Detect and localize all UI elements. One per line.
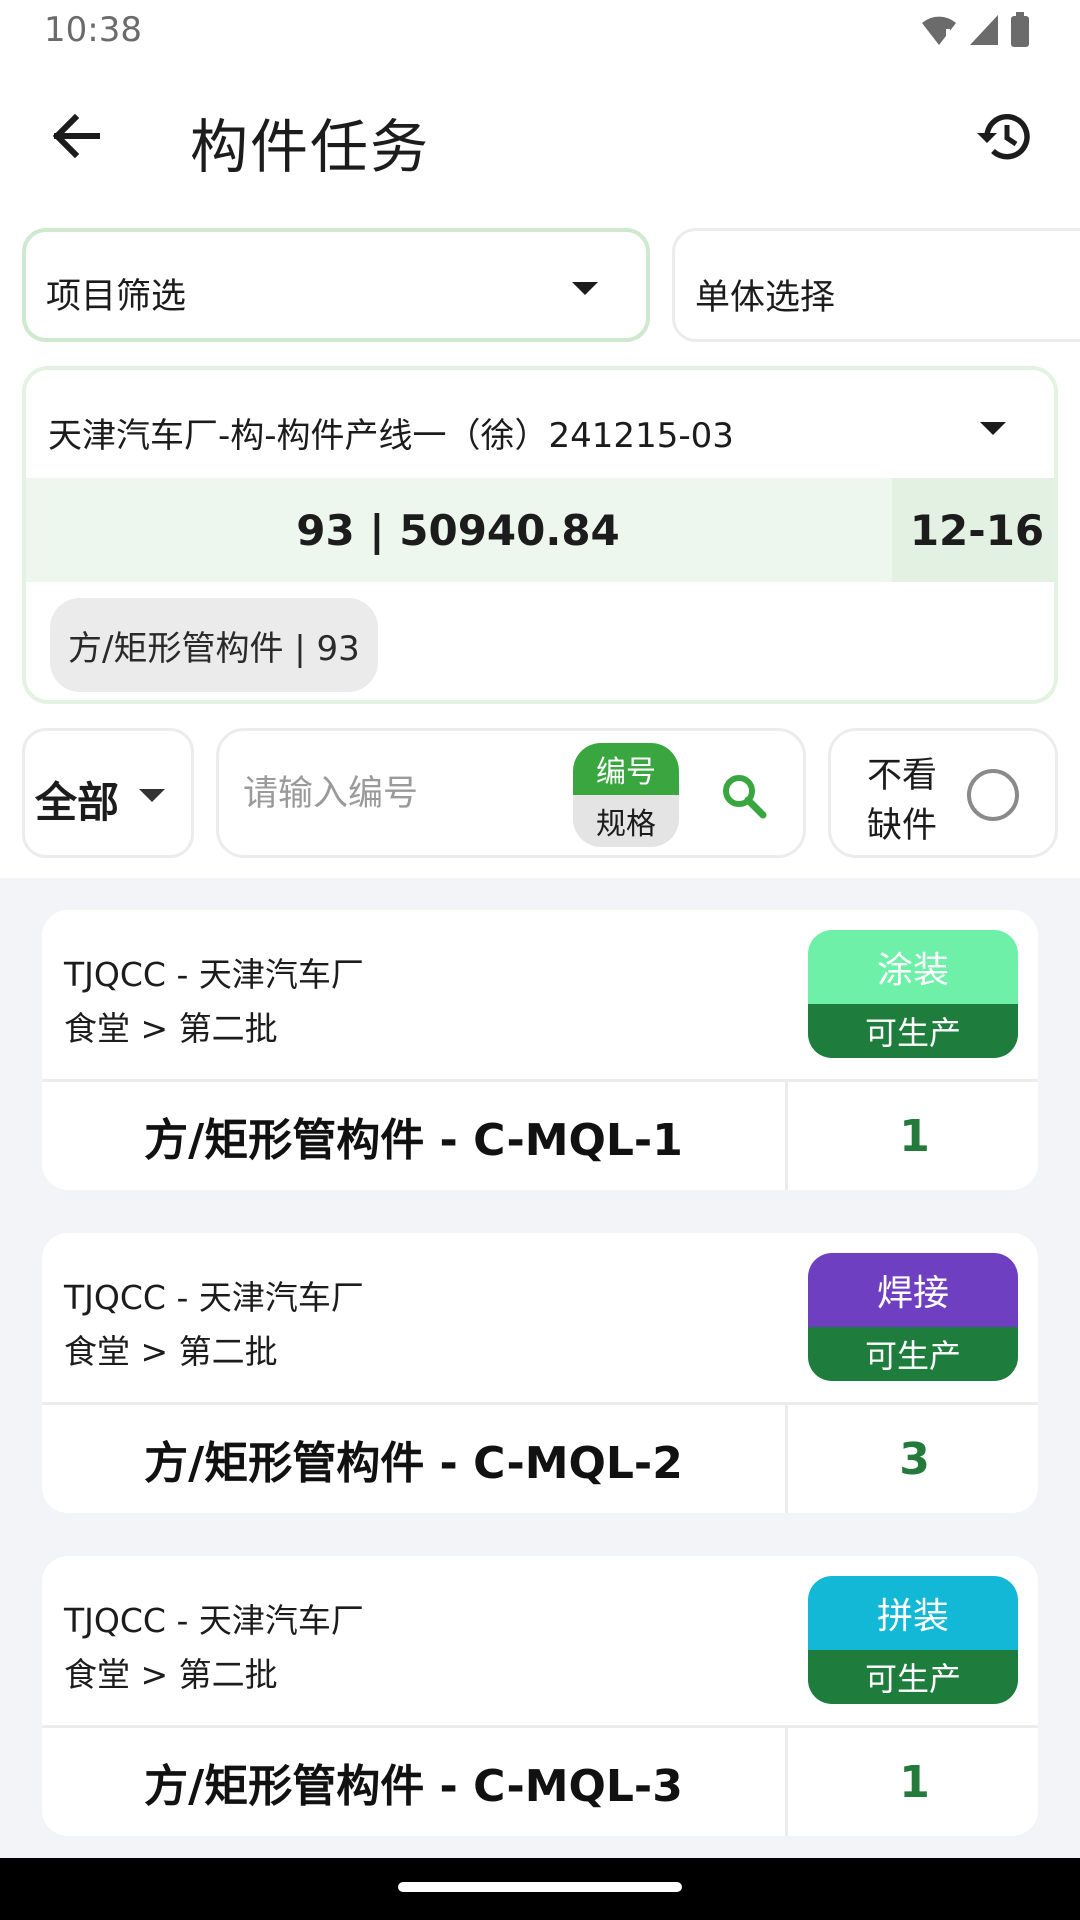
list-item-footer: 方/矩形管构件 - C-MQL-3 1 [42, 1728, 1038, 1836]
system-nav-bar [0, 1858, 1080, 1920]
mode-number[interactable]: 编号 [573, 743, 679, 795]
list-item[interactable]: TJQCC - 天津汽车厂 食堂 > 第二批 涂装 可生产 方/矩形管构件 - … [42, 910, 1038, 1190]
item-project: TJQCC - 天津汽车厂 [64, 1278, 364, 1317]
battery-icon [1011, 12, 1029, 47]
status-label: 可生产 [808, 1650, 1018, 1704]
unit-select-label: 单体选择 [695, 278, 836, 318]
task-summary-row: 93 | 50940.84 12-16 [26, 478, 1054, 582]
process-label: 拼装 [808, 1576, 1018, 1650]
item-location: 食堂 > 第二批 [64, 1009, 278, 1048]
task-count-weight: 93 | 50940.84 [296, 505, 620, 555]
signal-icon [970, 15, 998, 45]
filter-row: 项目筛选 单体选择 [0, 228, 1080, 342]
item-name: 方/矩形管构件 - C-MQL-3 [42, 1728, 788, 1836]
process-badge: 焊接 可生产 [808, 1253, 1018, 1381]
home-handle[interactable] [398, 1882, 682, 1892]
search-mode-toggle[interactable]: 编号 规格 [573, 743, 679, 847]
item-project: TJQCC - 天津汽车厂 [64, 955, 364, 994]
component-list: TJQCC - 天津汽车厂 食堂 > 第二批 涂装 可生产 方/矩形管构件 - … [0, 878, 1080, 1858]
item-name: 方/矩形管构件 - C-MQL-2 [42, 1405, 788, 1513]
page-title: 构件任务 [190, 113, 431, 181]
arrow-left-icon [52, 113, 100, 159]
item-location: 食堂 > 第二批 [64, 1655, 278, 1694]
item-quantity: 3 [899, 1433, 930, 1485]
caret-down-icon [572, 282, 598, 295]
item-quantity: 1 [899, 1110, 930, 1162]
list-item-header: TJQCC - 天津汽车厂 食堂 > 第二批 拼装 可生产 [42, 1556, 1038, 1728]
process-badge: 涂装 可生产 [808, 930, 1018, 1058]
status-label: 可生产 [808, 1327, 1018, 1381]
list-item-header: TJQCC - 天津汽车厂 食堂 > 第二批 涂装 可生产 [42, 910, 1038, 1082]
hide-missing-toggle[interactable]: 不看缺件 [828, 728, 1058, 858]
task-select[interactable]: 天津汽车厂-构-构件产线一（徐）241215-03 [48, 408, 734, 457]
item-project: TJQCC - 天津汽车厂 [64, 1601, 364, 1640]
back-button[interactable] [40, 106, 110, 166]
scope-dropdown[interactable]: 全部 [22, 728, 194, 858]
wifi-icon [922, 16, 956, 45]
list-item-header: TJQCC - 天津汽车厂 食堂 > 第二批 焊接 可生产 [42, 1233, 1038, 1405]
project-filter-dropdown[interactable]: 项目筛选 [22, 228, 650, 342]
item-name: 方/矩形管构件 - C-MQL-1 [42, 1082, 788, 1190]
search-box: 编号 规格 [216, 728, 806, 858]
app-bar: 构件任务 [0, 80, 1080, 190]
history-button[interactable] [970, 102, 1040, 172]
mode-spec[interactable]: 规格 [573, 795, 679, 847]
caret-down-icon[interactable] [980, 422, 1006, 435]
category-chip[interactable]: 方/矩形管构件 | 93 [50, 598, 378, 692]
search-row: 全部 编号 规格 不看缺件 [0, 728, 1080, 860]
search-input[interactable] [243, 769, 563, 819]
search-button[interactable] [713, 765, 775, 827]
list-item-footer: 方/矩形管构件 - C-MQL-1 1 [42, 1082, 1038, 1190]
scope-label: 全部 [35, 778, 120, 827]
process-label: 涂装 [808, 930, 1018, 1004]
hide-missing-label: 不看缺件 [867, 756, 938, 846]
process-label: 焊接 [808, 1253, 1018, 1327]
status-icons [920, 12, 1030, 48]
item-location: 食堂 > 第二批 [64, 1332, 278, 1371]
status-bar: 10:38 [0, 0, 1080, 60]
hide-missing-radio[interactable] [967, 769, 1019, 821]
history-icon [977, 114, 1030, 160]
project-filter-label: 项目筛选 [46, 277, 187, 317]
item-quantity: 1 [899, 1756, 930, 1808]
status-time: 10:38 [44, 10, 142, 50]
list-item[interactable]: TJQCC - 天津汽车厂 食堂 > 第二批 焊接 可生产 方/矩形管构件 - … [42, 1233, 1038, 1513]
caret-down-icon [139, 789, 165, 802]
task-summary-card: 天津汽车厂-构-构件产线一（徐）241215-03 93 | 50940.84 … [22, 366, 1058, 704]
status-label: 可生产 [808, 1004, 1018, 1058]
list-item[interactable]: TJQCC - 天津汽车厂 食堂 > 第二批 拼装 可生产 方/矩形管构件 - … [42, 1556, 1038, 1836]
search-icon [723, 775, 767, 819]
unit-select-dropdown[interactable]: 单体选择 [672, 228, 1080, 342]
process-badge: 拼装 可生产 [808, 1576, 1018, 1704]
list-item-footer: 方/矩形管构件 - C-MQL-2 3 [42, 1405, 1038, 1513]
task-date: 12-16 [892, 478, 1054, 582]
